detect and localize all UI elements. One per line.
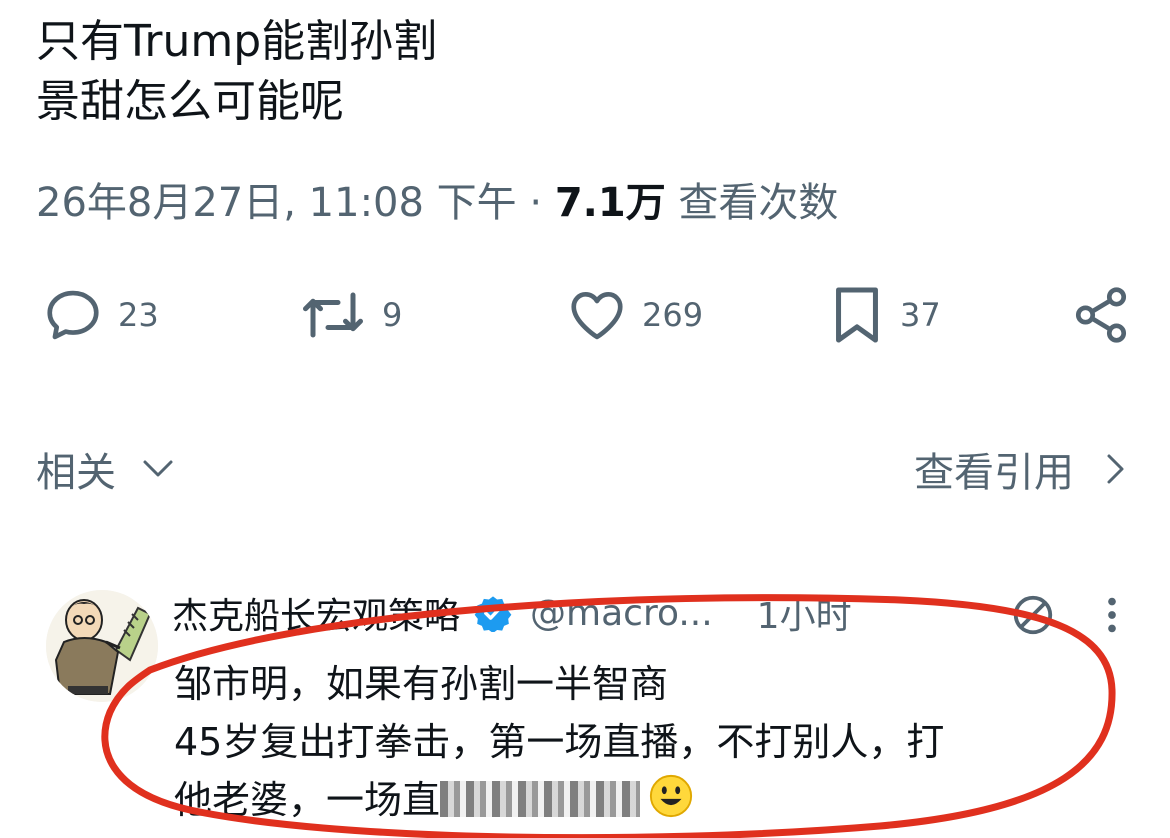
retweet-button[interactable]: 9 [298,270,402,360]
bookmark-count: 37 [900,296,941,334]
tweet-datetime[interactable]: 26年8月27日, 11:08 下午 [36,180,517,226]
related-toggle[interactable]: 相关 [36,440,174,498]
retweet-count: 9 [382,296,403,334]
heart-icon [571,292,623,340]
reply-line-3-text: 他老婆，一场直 [174,778,441,822]
avatar[interactable] [46,590,158,702]
reply-icon [47,290,99,340]
related-label: 相关 [36,450,116,496]
like-button[interactable]: 269 [566,270,703,360]
blurred-text [440,781,641,817]
reply-header: 杰克船长宏观策略 @macro... 1小时 [172,585,852,641]
reply-time[interactable]: 1小时 [757,587,852,639]
reply-text: 邹市明，如果有孙割一半智商 45岁复出打拳击，第一场直播，不打别人，打 他老婆，… [174,655,944,829]
reply-count: 23 [118,296,159,334]
views-count: 7.1万 [554,180,666,226]
reply-author-handle[interactable]: @macro... [530,593,713,634]
tweet-line-2: 景甜怎么可能呢 [36,76,344,127]
views-label: 查看次数 [678,180,839,226]
mute-icon[interactable] [1010,592,1056,638]
view-quotes-link[interactable]: 查看引用 [914,440,1126,498]
reply-line-2: 45岁复出打拳击，第一场直播，不打别人，打 [174,720,945,764]
share-icon [1075,287,1127,343]
action-bar: 23 9 269 37 [0,270,1170,360]
chevron-down-icon [143,460,173,477]
tweet-line-1: 只有Trump能割孙割 [36,16,438,67]
retweet-icon [303,292,363,338]
tweet-text: 只有Trump能割孙割 景甜怎么可能呢 [36,12,437,132]
tweet-meta: 26年8月27日, 11:08 下午 · 7.1万 查看次数 [36,170,838,228]
reply-author-name[interactable]: 杰克船长宏观策略 [172,587,460,639]
more-icon[interactable] [1100,592,1124,638]
chevron-right-icon [1107,454,1124,484]
bookmark-icon [836,287,878,343]
view-quotes-label: 查看引用 [914,450,1074,496]
like-count: 269 [642,296,704,334]
meta-separator: · [529,180,555,226]
reply-button[interactable]: 23 [42,270,159,360]
bookmark-button[interactable]: 37 [828,270,941,360]
reply-line-3: 他老婆，一场直 [174,771,944,829]
reply-line-1: 邹市明，如果有孙割一半智商 [174,662,669,706]
smile-emoji-icon [649,774,693,818]
related-bar: 相关 查看引用 [0,440,1170,504]
share-button[interactable] [1070,270,1132,360]
verified-icon [474,596,512,632]
